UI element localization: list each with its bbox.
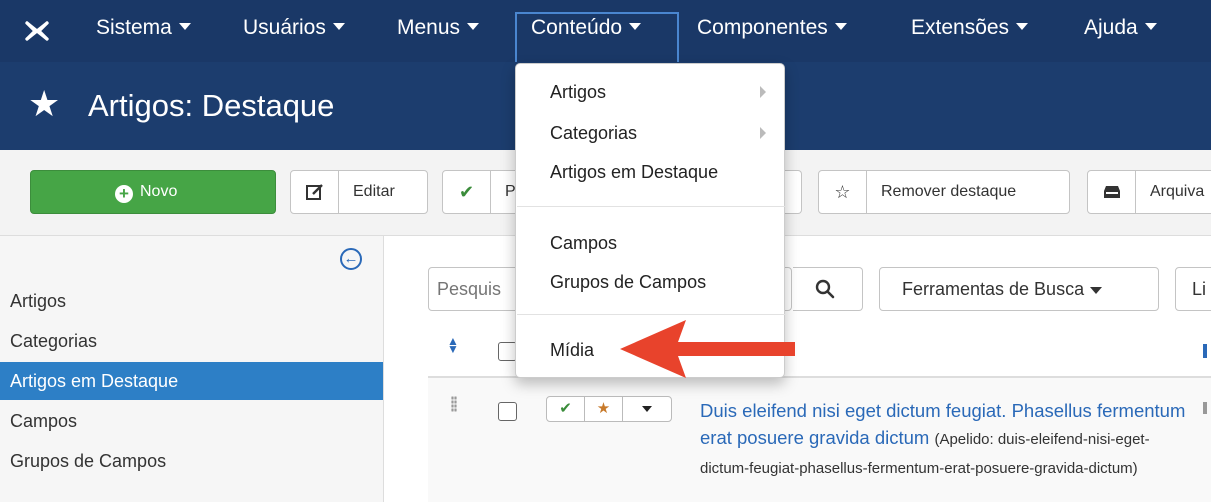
sidebar-item-artigos[interactable]: Artigos — [0, 282, 383, 320]
search-button[interactable] — [793, 267, 863, 311]
page-title: Artigos: Destaque — [88, 88, 335, 123]
caret-down-icon — [834, 22, 847, 30]
nav-usuarios[interactable]: Usuários — [243, 16, 345, 40]
unfeature-button-label: Remover destaque — [881, 183, 1017, 200]
article-title-cell: Duis eleifend nisi eget dictum feugiat. … — [700, 397, 1190, 482]
new-button[interactable]: + Novo — [30, 170, 276, 214]
menu-item-categorias[interactable]: Categorias — [550, 123, 637, 144]
sidebar-item-grupos-de-campos[interactable]: Grupos de Campos — [0, 442, 383, 480]
menu-item-campos[interactable]: Campos — [550, 233, 617, 254]
star-outline-icon: ☆ — [819, 171, 867, 213]
caret-down-icon — [1016, 22, 1029, 30]
nav-extensoes[interactable]: Extensões — [911, 16, 1029, 40]
archive-icon — [1088, 171, 1136, 213]
nav-ajuda[interactable]: Ajuda — [1084, 16, 1157, 40]
nav-componentes[interactable]: Componentes — [697, 16, 847, 40]
top-navbar: Sistema Usuários Menus Conteúdo Componen… — [0, 0, 1211, 62]
menu-divider — [517, 314, 785, 315]
menu-item-artigos[interactable]: Artigos — [550, 82, 606, 103]
list-limit-label: Li — [1192, 279, 1207, 299]
caret-down-icon — [178, 22, 191, 30]
caret-down-icon — [1090, 286, 1103, 294]
menu-item-grupos-de-campos[interactable]: Grupos de Campos — [550, 272, 706, 293]
sidebar-item-artigos-em-destaque[interactable]: Artigos em Destaque — [0, 362, 383, 400]
column-header-edge — [1203, 344, 1207, 358]
caret-down-icon — [629, 22, 642, 30]
edit-icon — [291, 171, 339, 213]
list-limit-button[interactable]: Li — [1175, 267, 1211, 311]
edit-button-label: Editar — [353, 183, 395, 200]
joomla-admin-page: Sistema Usuários Menus Conteúdo Componen… — [0, 0, 1211, 502]
row-checkbox[interactable] — [498, 402, 517, 421]
sort-icon[interactable]: ▲ ▼ — [447, 335, 459, 355]
search-input[interactable] — [437, 279, 517, 300]
unfeature-button[interactable]: ☆ Remover destaque — [818, 170, 1070, 214]
publish-button[interactable]: ✔ P — [442, 170, 522, 214]
archive-button-label: Arquiva — [1150, 183, 1205, 200]
search-tools-button[interactable]: Ferramentas de Busca — [879, 267, 1159, 311]
actions-dropdown-toggle[interactable] — [623, 397, 671, 421]
submenu-arrow-icon — [760, 127, 766, 139]
search-icon — [815, 279, 835, 299]
search-tools-label: Ferramentas de Busca — [902, 279, 1085, 299]
submenu-arrow-icon — [760, 86, 766, 98]
published-check-icon[interactable]: ✔ — [547, 397, 585, 421]
edit-button[interactable]: Editar — [290, 170, 428, 214]
sidebar-item-campos[interactable]: Campos — [0, 402, 383, 440]
status-button-group: ✔ ★ — [546, 396, 672, 422]
check-icon: ✔ — [443, 171, 491, 213]
joomla-logo-icon[interactable] — [22, 18, 52, 44]
caret-down-icon — [1144, 22, 1157, 30]
column-edge — [1203, 402, 1207, 414]
drag-handle-icon[interactable] — [451, 396, 457, 412]
nav-menus[interactable]: Menus — [397, 16, 480, 40]
caret-down-icon — [332, 22, 345, 30]
nav-conteudo[interactable]: Conteúdo — [531, 16, 642, 40]
plus-circle-icon: + — [115, 185, 133, 203]
caret-down-icon — [467, 22, 480, 30]
annotation-arrow-icon — [620, 320, 795, 378]
new-button-label: Novo — [140, 183, 178, 200]
caret-down-icon — [642, 406, 652, 413]
featured-star-icon[interactable]: ★ — [585, 397, 623, 421]
menu-item-artigos-em-destaque[interactable]: Artigos em Destaque — [550, 162, 718, 183]
menu-divider — [517, 206, 785, 207]
archive-button[interactable]: Arquiva — [1087, 170, 1211, 214]
nav-sistema[interactable]: Sistema — [96, 16, 191, 40]
star-icon: ★ — [28, 83, 61, 124]
menu-item-midia[interactable]: Mídia — [550, 340, 594, 361]
collapse-sidebar-icon[interactable]: ← — [340, 248, 362, 270]
sidebar-item-categorias[interactable]: Categorias — [0, 322, 383, 360]
sidebar: ← Artigos Categorias Artigos em Destaque… — [0, 236, 384, 502]
